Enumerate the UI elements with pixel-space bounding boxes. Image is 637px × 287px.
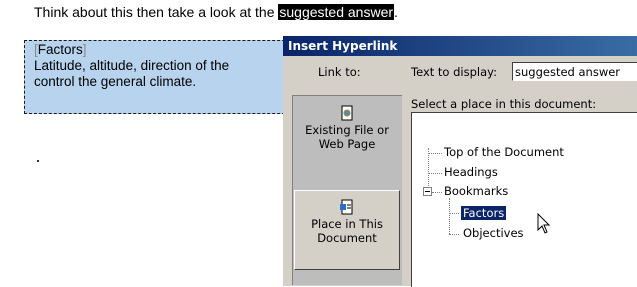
tree-connector [428, 148, 429, 188]
text-to-display-input[interactable]: suggested answer [512, 62, 637, 81]
bookmark-document-icon [340, 199, 353, 215]
mouse-pointer-icon [537, 213, 551, 234]
factors-line-1: Latitude, altitude, direction of the [34, 58, 230, 73]
tree-node-headings[interactable]: Headings [444, 165, 498, 179]
bookmark-bracket-close: ] [82, 42, 87, 57]
select-place-label: Select a place in this document: [411, 97, 597, 111]
tree-node-factors[interactable]: Factors [459, 205, 508, 221]
tree-connector [428, 153, 442, 154]
existing-file-line2: Web Page [318, 137, 376, 151]
instruction-text: Think about this then take a look at the… [34, 4, 398, 20]
tree-connector [428, 173, 442, 174]
factors-line-2: control the general climate. [34, 74, 197, 89]
paragraph-dot [37, 160, 39, 162]
instruction-before: Think about this then take a look at the [34, 4, 279, 20]
tree-node-objectives[interactable]: Objectives [463, 226, 524, 240]
tree-connector [449, 198, 450, 234]
factors-heading: Factors [37, 42, 83, 57]
tree-connector [432, 192, 442, 193]
document-icon [341, 105, 353, 121]
dialog-title-bar[interactable]: Insert Hyperlink [283, 36, 637, 56]
place-in-document-line2: Document [317, 231, 377, 245]
link-to-label: Link to: [318, 65, 361, 79]
tree-node-top-of-document[interactable]: Top of the Document [444, 145, 564, 159]
place-in-document-button[interactable]: Place in This Document [294, 190, 400, 270]
factors-text: [Factors] Latitude, altitude, direction … [34, 42, 229, 90]
tree-connector [449, 213, 459, 214]
existing-file-line1: Existing File or [305, 123, 389, 137]
selected-link-text[interactable]: suggested answer [278, 4, 395, 20]
text-to-display-label: Text to display: [411, 65, 497, 79]
instruction-after: . [394, 4, 398, 20]
tree-connector [449, 234, 459, 235]
collapse-bookmarks-icon[interactable] [423, 187, 432, 196]
existing-file-button[interactable]: Existing File or Web Page [294, 105, 400, 181]
document-places-tree[interactable] [411, 112, 637, 287]
tree-node-bookmarks[interactable]: Bookmarks [444, 184, 508, 198]
place-in-document-line1: Place in This [311, 217, 383, 231]
